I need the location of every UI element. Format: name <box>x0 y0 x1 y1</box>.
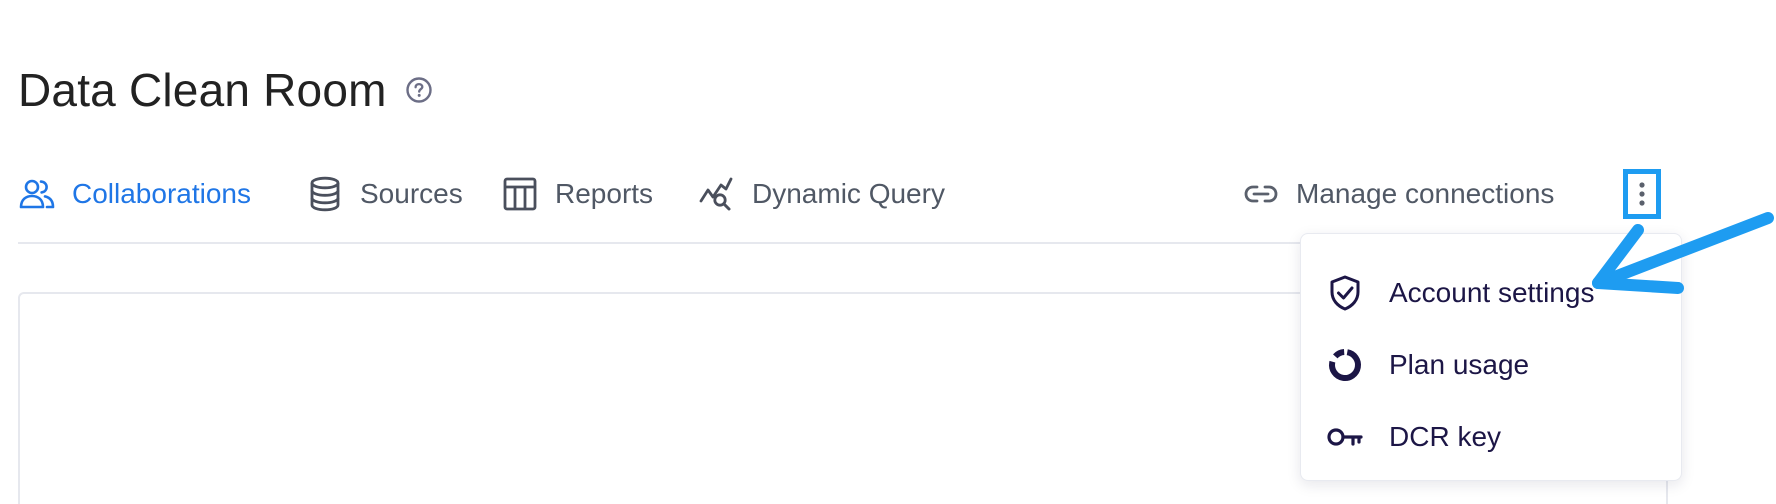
link-icon <box>1242 175 1280 213</box>
manage-connections-label: Manage connections <box>1296 178 1555 209</box>
tab-label: Reports <box>555 178 654 209</box>
page-title: Data Clean Room <box>18 64 387 116</box>
key-icon <box>1325 417 1365 457</box>
donut-icon <box>1325 345 1365 385</box>
menu-item-label: Account settings <box>1389 277 1595 308</box>
more-options-menu: Account settings Plan usage DCR key <box>1300 233 1682 481</box>
tab-dynamic-query[interactable]: Dynamic Query <box>698 168 945 220</box>
menu-item-plan-usage[interactable]: Plan usage <box>1301 336 1681 394</box>
page-header: Data Clean Room <box>18 62 433 118</box>
menu-item-label: Plan usage <box>1389 349 1530 380</box>
tab-label: Sources <box>360 178 463 209</box>
menu-item-label: DCR key <box>1389 421 1502 452</box>
tab-label: Dynamic Query <box>752 178 945 209</box>
tab-sources[interactable]: Sources <box>306 168 463 220</box>
chart-search-icon <box>698 175 736 213</box>
app-screen: Data Clean Room Collaborations Sources R… <box>0 0 1776 504</box>
users-icon <box>18 175 56 213</box>
shield-check-icon <box>1325 273 1365 313</box>
database-icon <box>306 175 344 213</box>
menu-item-dcr-key[interactable]: DCR key <box>1301 408 1681 466</box>
help-circle-icon[interactable] <box>405 76 433 104</box>
main-nav: Collaborations Sources Reports Dynamic Q… <box>18 168 1776 220</box>
manage-connections-link[interactable]: Manage connections <box>1242 168 1554 220</box>
tab-reports[interactable]: Reports <box>501 168 653 220</box>
more-options-button[interactable] <box>1623 169 1661 219</box>
tab-collaborations[interactable]: Collaborations <box>18 168 251 220</box>
tab-label: Collaborations <box>72 178 251 209</box>
kebab-menu-icon <box>1638 181 1646 207</box>
table-icon <box>501 175 539 213</box>
menu-item-account-settings[interactable]: Account settings <box>1301 264 1681 322</box>
